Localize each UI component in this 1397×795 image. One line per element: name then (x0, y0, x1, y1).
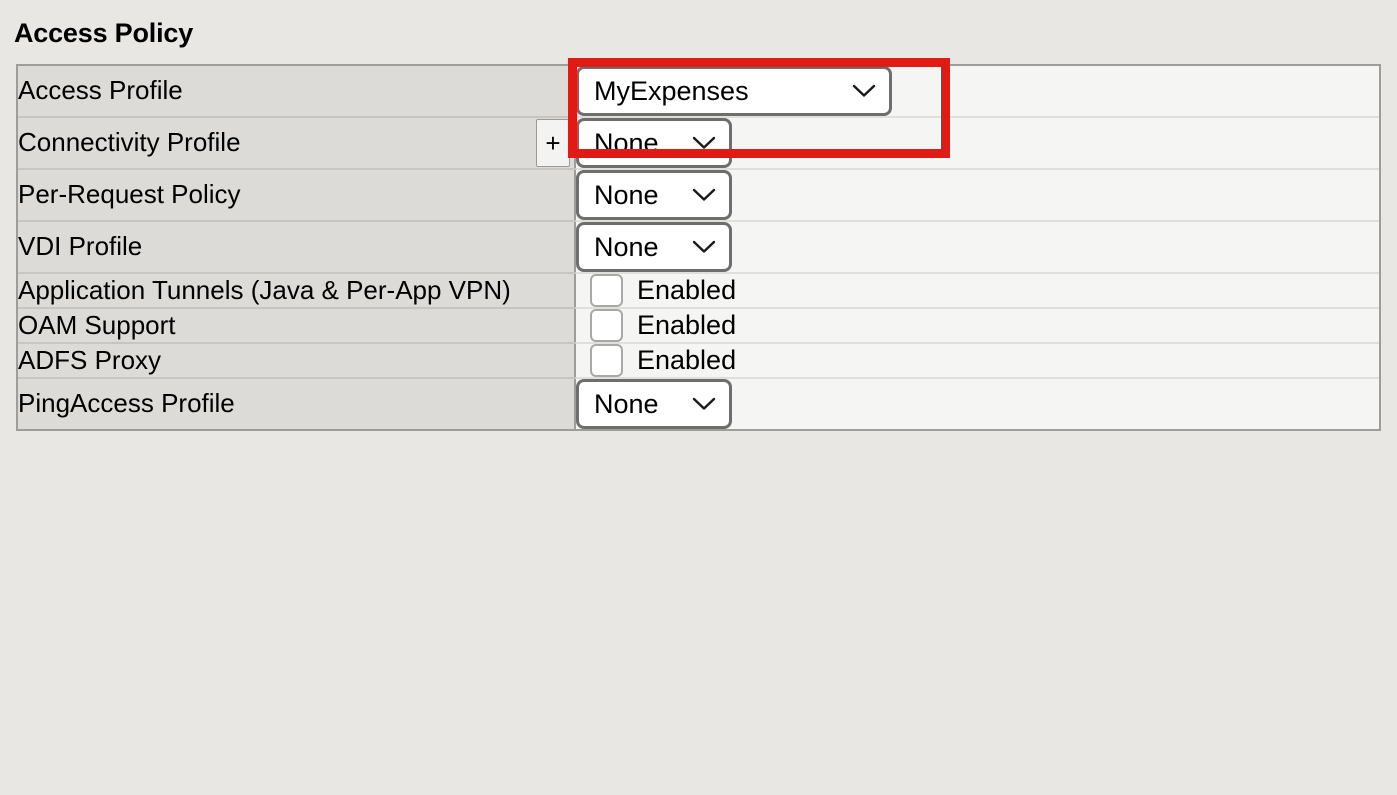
select-value: None (594, 179, 659, 210)
row-label: OAM Support (18, 309, 176, 340)
checkbox-unchecked-icon[interactable] (590, 274, 623, 307)
chevron-down-icon (692, 240, 716, 254)
row-value-cell: None (575, 169, 1379, 222)
row-label: PingAccess Profile (18, 388, 235, 419)
select-value: None (594, 127, 659, 158)
checkbox-unchecked-icon[interactable] (590, 344, 623, 377)
row-label-inner: Access Profile (18, 75, 574, 107)
table-row: PingAccess Profile None (18, 378, 1379, 429)
select-pingaccess-profile[interactable]: None (576, 379, 732, 429)
select-per-request-policy[interactable]: None (576, 170, 732, 220)
checkbox-oam-support[interactable]: Enabled (576, 309, 1379, 342)
select-value: None (594, 231, 659, 262)
row-label: ADFS Proxy (18, 344, 162, 375)
select-value: MyExpenses (594, 75, 749, 106)
chevron-down-icon (692, 188, 716, 202)
select-access-profile[interactable]: MyExpenses (576, 66, 892, 116)
checkbox-application-tunnels-java-per-app-vpn[interactable]: Enabled (576, 274, 1379, 307)
row-label: Access Profile (18, 75, 183, 106)
row-label: VDI Profile (18, 231, 143, 262)
row-label-cell: OAM Support (18, 308, 576, 344)
page-title: Access Policy (14, 18, 194, 48)
table-row: Per-Request Policy None (18, 169, 1379, 222)
row-value-cell: Enabled (575, 308, 1379, 344)
row-label-cell: Application Tunnels (Java & Per-App VPN) (18, 273, 576, 309)
row-label-cell: VDI Profile (18, 221, 576, 274)
access-policy-page: Access Policy Access Profile MyExpenses Co… (0, 0, 1397, 795)
checkbox-adfs-proxy[interactable]: Enabled (576, 344, 1379, 377)
table-row: Access Profile MyExpenses (18, 66, 1379, 118)
select-vdi-profile[interactable]: None (576, 222, 732, 272)
row-value-cell: None (575, 221, 1379, 274)
checkbox-unchecked-icon[interactable] (590, 309, 623, 342)
row-label-inner: Application Tunnels (Java & Per-App VPN) (18, 275, 574, 307)
checkbox-label: Enabled (637, 310, 737, 340)
chevron-down-icon (692, 397, 716, 411)
row-label-inner: VDI Profile (18, 231, 574, 263)
row-label-inner: Connectivity Profile + (18, 119, 574, 167)
access-policy-table: Access Profile MyExpenses Connectivity Pro… (16, 64, 1381, 431)
row-label-cell: Connectivity Profile + (18, 117, 576, 170)
row-label: Connectivity Profile (18, 127, 241, 158)
row-label-cell: ADFS Proxy (18, 343, 576, 379)
row-label: Per-Request Policy (18, 179, 241, 210)
checkbox-label: Enabled (637, 275, 737, 305)
row-value-cell: MyExpenses (575, 66, 1379, 118)
row-label-inner: Per-Request Policy (18, 179, 574, 211)
table-row: Application Tunnels (Java & Per-App VPN)… (18, 273, 1379, 309)
row-label-cell: Per-Request Policy (18, 169, 576, 222)
row-value-cell: Enabled (575, 273, 1379, 309)
table-row: ADFS Proxy Enabled (18, 343, 1379, 379)
select-value: None (594, 388, 659, 419)
row-label-cell: Access Profile (18, 66, 576, 118)
row-value-cell: None (575, 378, 1379, 429)
table-row: Connectivity Profile + None (18, 117, 1379, 170)
plus-icon[interactable]: + (536, 119, 570, 167)
row-value-cell: None (575, 117, 1379, 170)
row-label-inner: OAM Support (18, 310, 574, 342)
checkbox-label: Enabled (637, 345, 737, 375)
row-label: Application Tunnels (Java & Per-App VPN) (18, 274, 511, 305)
row-label-inner: PingAccess Profile (18, 388, 574, 420)
row-label-inner: ADFS Proxy (18, 345, 574, 377)
table-row: OAM Support Enabled (18, 308, 1379, 344)
table-row: VDI Profile None (18, 221, 1379, 274)
chevron-down-icon (692, 136, 716, 150)
row-label-cell: PingAccess Profile (18, 378, 576, 429)
chevron-down-icon (852, 84, 876, 98)
row-value-cell: Enabled (575, 343, 1379, 379)
policy-settings-table: Access Profile MyExpenses Connectivity Pro… (18, 66, 1379, 429)
select-connectivity-profile[interactable]: None (576, 118, 732, 168)
